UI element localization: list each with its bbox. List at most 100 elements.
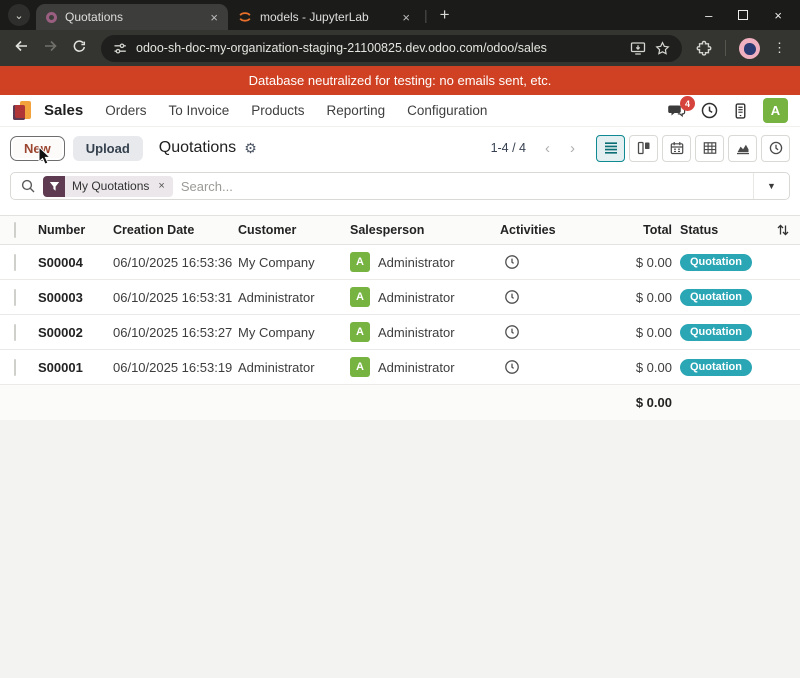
view-settings-gear-icon[interactable]: ⚙ (244, 140, 257, 157)
pager-next-icon[interactable]: › (563, 140, 582, 157)
banner-text: Database neutralized for testing: no ema… (249, 73, 552, 88)
filter-remove-icon[interactable]: × (156, 180, 172, 192)
activity-clock-icon (769, 141, 783, 155)
select-all-checkbox[interactable] (14, 222, 16, 238)
row-total: $ 0.00 (600, 255, 672, 270)
kanban-view-button[interactable] (629, 135, 658, 162)
salesperson-avatar: A (350, 357, 370, 377)
tab-close-icon[interactable]: × (402, 10, 410, 25)
row-checkbox[interactable] (14, 289, 16, 306)
kanban-icon (637, 141, 651, 155)
salesperson-avatar: A (350, 322, 370, 342)
menu-reporting[interactable]: Reporting (327, 103, 386, 118)
back-button[interactable] (14, 39, 29, 57)
menu-orders[interactable]: Orders (105, 103, 146, 118)
sales-app-icon[interactable] (12, 101, 32, 121)
browser-tab-jupyterlab[interactable]: models - JupyterLab × (228, 4, 420, 30)
new-tab-button[interactable]: + (432, 5, 458, 25)
row-creation-date: 06/10/2025 16:53:31 (113, 290, 238, 305)
graph-icon (736, 141, 750, 155)
search-dropdown-toggle[interactable]: ▼ (753, 173, 789, 199)
status-badge: Quotation (680, 359, 752, 376)
row-checkbox[interactable] (14, 324, 16, 341)
column-header-number[interactable]: Number (38, 223, 113, 237)
page-title: Quotations (159, 139, 236, 157)
pivot-icon (703, 141, 717, 155)
pager-previous-icon[interactable]: ‹ (538, 140, 557, 157)
tab-title: models - JupyterLab (260, 10, 394, 24)
odoo-favicon (46, 12, 57, 23)
graph-view-button[interactable] (728, 135, 757, 162)
quotations-list: Number Creation Date Customer Salesperso… (0, 215, 800, 678)
salesperson-avatar: A (350, 287, 370, 307)
row-checkbox[interactable] (14, 359, 16, 376)
column-header-customer[interactable]: Customer (238, 223, 350, 237)
browser-menu-icon[interactable]: ⋮ (773, 40, 786, 56)
table-body: S00004 06/10/2025 16:53:36 My Company A … (0, 245, 800, 385)
messages-button[interactable]: 4 (667, 102, 686, 119)
column-header-activities[interactable]: Activities (500, 223, 600, 237)
row-number: S00001 (38, 360, 113, 375)
reload-button[interactable] (72, 39, 87, 58)
search-input[interactable] (181, 179, 753, 194)
table-row[interactable]: S00002 06/10/2025 16:53:27 My Company A … (0, 315, 800, 350)
browser-profile-avatar[interactable] (739, 38, 760, 59)
minimize-button[interactable]: – (705, 9, 712, 22)
list-view-button[interactable] (596, 135, 625, 162)
app-menu-sales[interactable]: Sales (44, 102, 83, 119)
forward-button[interactable] (43, 39, 58, 57)
close-window-button[interactable]: × (774, 9, 782, 22)
neutralized-banner: Database neutralized for testing: no ema… (0, 66, 800, 95)
menu-products[interactable]: Products (251, 103, 304, 118)
table-row[interactable]: S00003 06/10/2025 16:53:31 Administrator… (0, 280, 800, 315)
search-icon (21, 179, 35, 193)
row-creation-date: 06/10/2025 16:53:27 (113, 325, 238, 340)
install-app-icon[interactable] (630, 41, 646, 56)
maximize-button[interactable] (738, 10, 748, 20)
row-salesperson: Administrator (378, 290, 455, 305)
url-bar[interactable]: odoo-sh-doc-my-organization-staging-2110… (101, 35, 682, 62)
column-header-salesperson[interactable]: Salesperson (350, 223, 500, 237)
upload-button[interactable]: Upload (73, 136, 143, 161)
control-panel: New Upload Quotations ⚙ 1-4 / 4 ‹ › (0, 127, 800, 169)
filter-facet-my-quotations[interactable]: My Quotations × (43, 176, 173, 197)
menu-configuration[interactable]: Configuration (407, 103, 487, 118)
row-customer: My Company (238, 325, 350, 340)
site-settings-icon[interactable] (113, 42, 127, 55)
browser-titlebar: ⌄ Quotations × models - JupyterLab × | +… (0, 0, 800, 30)
search-bar[interactable]: My Quotations × ▼ (10, 172, 790, 200)
column-header-total[interactable]: Total (600, 223, 672, 237)
menu-to-invoice[interactable]: To Invoice (168, 103, 229, 118)
browser-toolbar: odoo-sh-doc-my-organization-staging-2110… (0, 30, 800, 66)
table-row[interactable]: S00004 06/10/2025 16:53:36 My Company A … (0, 245, 800, 280)
url-text[interactable]: odoo-sh-doc-my-organization-staging-2110… (136, 41, 621, 55)
tab-divider: | (424, 7, 428, 23)
bookmark-star-icon[interactable] (655, 41, 670, 56)
activity-view-button[interactable] (761, 135, 790, 162)
activity-clock-icon[interactable] (504, 359, 520, 375)
activity-clock-icon[interactable] (504, 324, 520, 340)
adjust-columns-icon[interactable] (776, 223, 790, 237)
toolbar-divider (725, 40, 726, 56)
tab-search-button[interactable]: ⌄ (8, 4, 30, 26)
table-header: Number Creation Date Customer Salesperso… (0, 215, 800, 245)
column-header-creation-date[interactable]: Creation Date (113, 223, 238, 237)
user-avatar[interactable]: A (763, 98, 788, 123)
footer-total-sum: $ 0.00 (600, 395, 672, 410)
tab-close-icon[interactable]: × (210, 10, 218, 25)
calendar-view-button[interactable] (662, 135, 691, 162)
column-header-status[interactable]: Status (672, 223, 770, 237)
table-row[interactable]: S00001 06/10/2025 16:53:19 Administrator… (0, 350, 800, 385)
pager-range: 1-4 / 4 (491, 141, 526, 155)
extensions-icon[interactable] (696, 40, 712, 56)
row-number: S00002 (38, 325, 113, 340)
activity-clock-icon[interactable] (504, 289, 520, 305)
row-customer: Administrator (238, 360, 350, 375)
row-checkbox[interactable] (14, 254, 16, 271)
row-salesperson: Administrator (378, 360, 455, 375)
activities-button[interactable] (701, 102, 718, 119)
mobile-install-button[interactable] (733, 103, 748, 119)
browser-tab-quotations[interactable]: Quotations × (36, 4, 228, 30)
activity-clock-icon[interactable] (504, 254, 520, 270)
pivot-view-button[interactable] (695, 135, 724, 162)
